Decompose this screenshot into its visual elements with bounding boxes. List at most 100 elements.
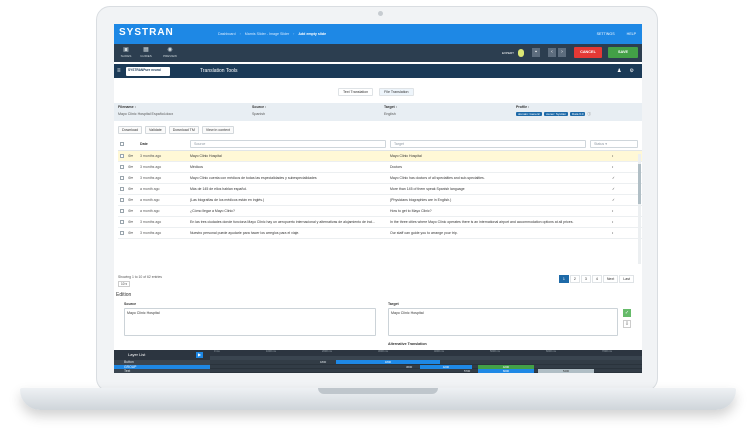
table-row[interactable]: ⚙▾ 3 months ago Nuestro personal puede ayu… — [118, 228, 642, 239]
layer-timeline: Layer List ▶ 0 ms 1000 ms 2000 ms 3000 m… — [114, 350, 642, 373]
row-checkbox[interactable] — [120, 217, 124, 228]
table-row[interactable]: ⚙▾ a month ago ¿Cómo llegar a Mayo Clinic?… — [118, 206, 642, 217]
row-checkbox[interactable] — [120, 206, 124, 217]
row-menu-icon[interactable]: ⚙▾ — [128, 162, 133, 173]
row-target[interactable]: Mayo Clinic Hospital — [390, 151, 586, 162]
row-menu-icon[interactable]: ⚙▾ — [128, 228, 133, 239]
table-row[interactable]: ⚙▾ 3 months ago Mayo Clinic cuenta con méd… — [118, 173, 642, 184]
layer-bar[interactable]: 5400 — [538, 369, 594, 373]
lock-button[interactable]: ▪ — [532, 48, 540, 57]
table-scrollbar[interactable] — [638, 154, 641, 264]
page-size-select[interactable]: 10 ▾ — [118, 281, 131, 287]
row-menu-icon[interactable]: ⚙▾ — [128, 151, 133, 162]
row-checkbox[interactable] — [120, 195, 124, 206]
row-source[interactable]: Mayo Clinic cuenta con médicos de todas … — [190, 173, 386, 184]
row-target[interactable]: Mayo Clinic has doctors of all specialti… — [390, 173, 586, 184]
scrollbar-thumb[interactable] — [638, 164, 641, 204]
table-row[interactable]: ⚙▾ a month ago (Las biografías de los médi… — [118, 195, 642, 206]
menu-icon[interactable]: ≡ — [117, 68, 121, 74]
table-row[interactable]: ⚙▾ 3 months ago Mayo Clinic Hospital Mayo C… — [118, 151, 642, 162]
copy-source-button[interactable]: ⇩ — [623, 320, 631, 328]
view-in-context-button[interactable]: View in context — [201, 126, 234, 134]
source-textarea[interactable]: Mayo Clinic Hospital — [124, 308, 376, 336]
redo-button[interactable]: › — [558, 48, 566, 57]
settings-link[interactable]: SETTINGS — [597, 32, 615, 36]
row-source[interactable]: En las tres ciudades donde funciona Mayo… — [190, 217, 386, 228]
row-target[interactable]: Doctors — [390, 162, 586, 173]
target-value: English — [384, 112, 396, 116]
page-4[interactable]: 4 — [591, 275, 602, 283]
tab-text-translation[interactable]: Text Translation — [338, 88, 374, 96]
edition-target-label: Target — [388, 302, 399, 306]
row-target[interactable]: Our staff can guide you to arrange your … — [390, 228, 586, 239]
row-source[interactable]: Más de 145 de ellos hablan español. — [190, 184, 386, 195]
cancel-button[interactable]: CANCEL — [574, 47, 602, 58]
row-source[interactable]: Médicos — [190, 162, 386, 173]
page-1[interactable]: 1 — [558, 275, 569, 283]
save-button[interactable]: SAVE — [608, 47, 638, 58]
status-filter-select[interactable]: Status ▾ — [590, 140, 638, 148]
row-checkbox[interactable] — [120, 184, 124, 195]
row-checkbox[interactable] — [120, 151, 124, 162]
download-tm-button[interactable]: Download TM — [168, 126, 199, 134]
file-info-bar: Filename : Mayo Clinic Hospital Español.… — [114, 103, 642, 121]
row-menu-icon[interactable]: ⚙▾ — [128, 206, 133, 217]
slides-tool[interactable]: ▣ SLIDES — [118, 47, 134, 58]
row-target[interactable]: How to get to Mayo Clinic? — [390, 206, 586, 217]
breadcrumb-separator: › — [239, 32, 241, 36]
preview-tool[interactable]: ◉ PREVIEW — [162, 47, 178, 58]
row-source[interactable]: Mayo Clinic Hospital — [190, 151, 386, 162]
table-row[interactable]: ⚙▾ 3 months ago En las tres ciudades donde… — [118, 217, 642, 228]
select-all-checkbox[interactable] — [120, 142, 124, 146]
guides-tool[interactable]: ▦ GUIDES — [138, 47, 154, 58]
layer-row-text[interactable]: Text — [114, 369, 210, 373]
brand-logo[interactable]: SYSTRAN — [119, 27, 174, 38]
table-row[interactable]: ⚙▾ 3 months ago Médicos Doctors • — [118, 162, 642, 173]
row-source[interactable]: Nuestro personal puede ayudarle para hac… — [190, 228, 386, 239]
row-checkbox[interactable] — [120, 162, 124, 173]
confirm-button[interactable]: ✓ — [623, 309, 631, 317]
breadcrumb-item[interactable]: Dashboard — [218, 32, 236, 36]
row-menu-icon[interactable]: ⚙▾ — [128, 184, 133, 195]
row-source[interactable]: ¿Cómo llegar a Mayo Clinic? — [190, 206, 386, 217]
source-filter-input[interactable]: Source — [190, 140, 386, 148]
undo-button[interactable]: ‹ — [548, 48, 556, 57]
ruler-tick: 6000 ms — [546, 350, 556, 353]
edition-title: Edition — [116, 292, 132, 298]
validate-button[interactable]: Validate — [144, 126, 166, 134]
redo-icon: › — [561, 49, 563, 55]
target-textarea[interactable]: Mayo Clinic Hospital — [388, 308, 618, 336]
expert-toggle[interactable] — [518, 49, 524, 57]
row-menu-icon[interactable]: ⚙▾ — [128, 195, 133, 206]
table-row[interactable]: ⚙▾ a month ago Más de 145 de ellos hablan … — [118, 184, 642, 195]
layer-bar[interactable]: 1800 — [336, 360, 440, 364]
settings-icon[interactable]: ⚙ — [630, 68, 634, 74]
row-target[interactable]: More than 145 of them speak Spanish lang… — [390, 184, 586, 195]
page-2[interactable]: 2 — [569, 275, 580, 283]
systran-logo: SYSTRANPure neural — [126, 67, 170, 76]
play-button[interactable]: ▶ — [196, 352, 203, 358]
breadcrumb: Dashboard › Marnis Slider - Image Slider… — [218, 32, 326, 36]
ruler-tick: 7000 ms — [602, 350, 612, 353]
source-value: Spanish — [252, 112, 265, 116]
row-target[interactable]: In the three cities where Mayo Clinic op… — [390, 217, 586, 228]
row-menu-icon[interactable]: ⚙▾ — [128, 173, 133, 184]
last-page[interactable]: Last — [619, 275, 634, 283]
breadcrumb-item[interactable]: Marnis Slider - Image Slider — [245, 32, 289, 36]
page-3[interactable]: 3 — [580, 275, 591, 283]
target-filter-input[interactable]: Target — [390, 140, 586, 148]
pagination-info: Showing 1 to 10 of 62 entries — [118, 275, 162, 279]
download-button[interactable]: Download — [118, 126, 142, 134]
info-icon[interactable]: ⓘ — [587, 112, 591, 116]
ruler-tick: 3000 ms — [378, 350, 388, 353]
row-checkbox[interactable] — [120, 228, 124, 239]
row-menu-icon[interactable]: ⚙▾ — [128, 217, 133, 228]
layer-bar[interactable]: 6000 — [478, 369, 534, 373]
row-checkbox[interactable] — [120, 173, 124, 184]
tab-file-translation[interactable]: File Translation — [379, 88, 414, 96]
help-link[interactable]: HELP — [627, 32, 636, 36]
row-source[interactable]: (Las biografías de los médicos están en … — [190, 195, 386, 206]
user-add-icon[interactable]: ♟ — [617, 68, 621, 74]
row-target[interactable]: (Physicians biographies are in English.) — [390, 195, 586, 206]
next-page[interactable]: Next — [602, 275, 619, 283]
